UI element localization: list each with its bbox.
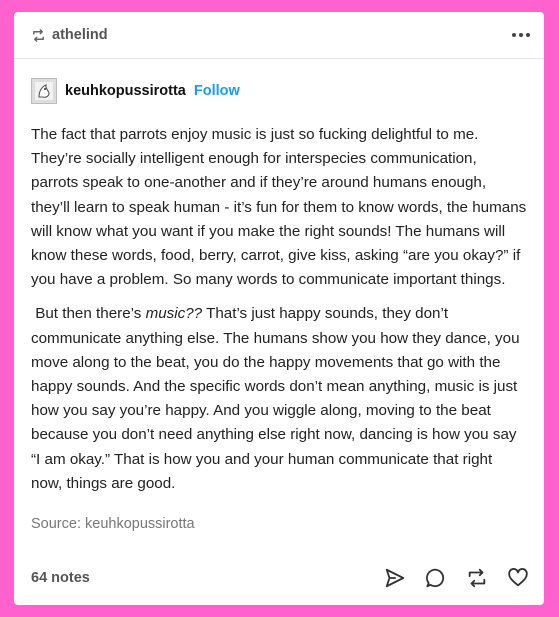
reply-icon[interactable] [424, 566, 448, 590]
like-icon[interactable] [506, 566, 530, 590]
reblog-icon [31, 28, 46, 43]
follow-button[interactable]: Follow [194, 83, 240, 99]
paragraph-2-start: But then there’s [31, 305, 146, 323]
paragraph-1: The fact that parrots enjoy music is jus… [31, 126, 527, 289]
paragraph-2: But then there’s music?? That’s just hap… [31, 302, 527, 496]
author-row: keuhkopussirotta Follow [14, 59, 544, 105]
post-body: The fact that parrots enjoy music is jus… [14, 105, 544, 496]
post-actions [383, 566, 530, 590]
paragraph-2-rest: That’s just happy sounds, they don’t com… [31, 305, 520, 492]
post-header: athelind [14, 12, 544, 59]
paragraph-2-emphasis: music?? [145, 305, 203, 323]
author-name[interactable]: keuhkopussirotta [65, 83, 186, 99]
source-line[interactable]: Source: keuhkopussirotta [14, 506, 544, 532]
avatar[interactable] [31, 78, 57, 104]
share-icon[interactable] [383, 566, 407, 590]
reblogger-name[interactable]: athelind [52, 27, 108, 43]
post-footer: 64 notes [14, 551, 544, 605]
post-card: athelind keuhkopussirotta Follow The fac… [14, 12, 544, 605]
reblog-icon[interactable] [465, 566, 489, 590]
more-options-icon[interactable] [512, 33, 530, 37]
notes-count[interactable]: 64 notes [31, 570, 90, 586]
